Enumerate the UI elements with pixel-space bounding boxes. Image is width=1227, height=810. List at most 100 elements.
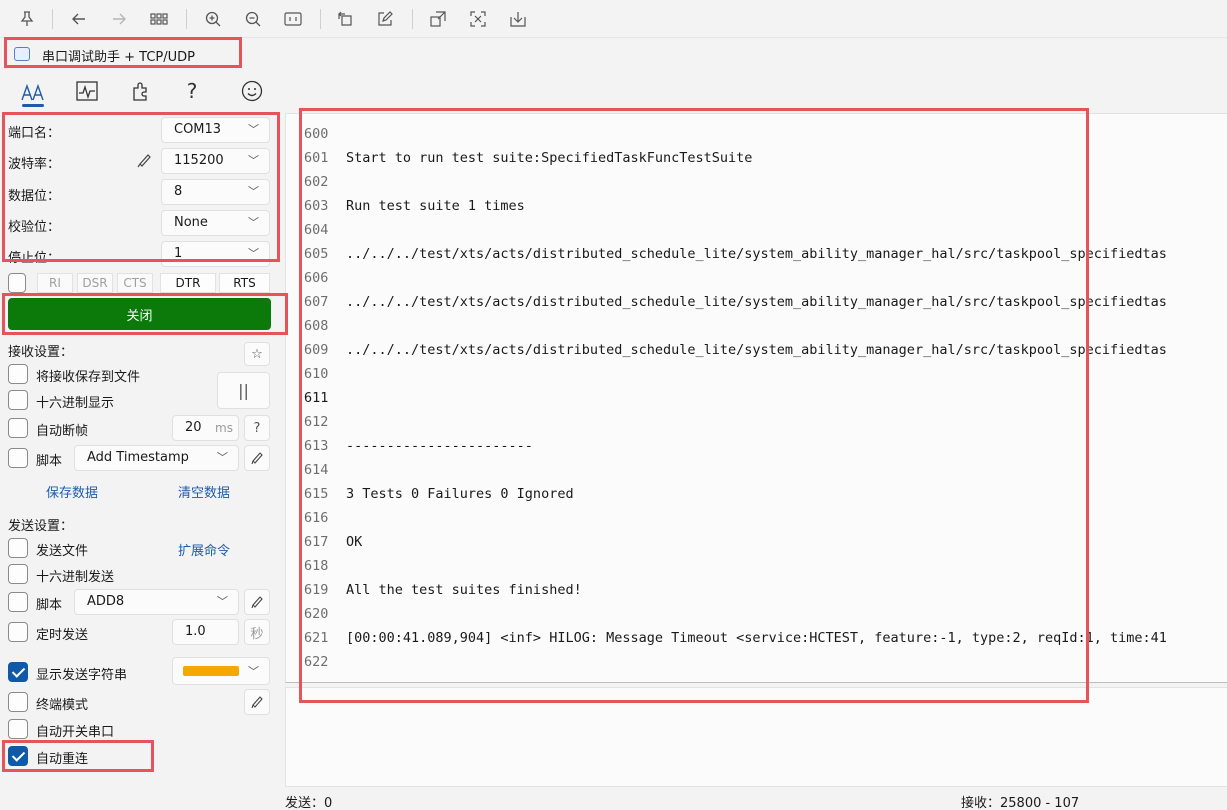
star-icon[interactable]: ☆ — [244, 342, 270, 366]
terminal-mode-label: 终端模式 — [36, 698, 89, 713]
line-text: Run test suite 1 times — [346, 198, 525, 214]
zoom-in-icon[interactable] — [200, 6, 226, 32]
line-number: 619 — [304, 582, 329, 598]
port-select[interactable]: COM13 ﹀ — [161, 117, 270, 143]
auto-toggle-port-checkbox[interactable] — [8, 719, 28, 739]
rotate-icon[interactable] — [332, 6, 358, 32]
back-arrow-icon[interactable] — [66, 6, 92, 32]
baud-select[interactable]: 115200 ﹀ — [161, 148, 270, 174]
send-file-checkbox[interactable] — [8, 538, 28, 558]
line-number: 609 — [304, 342, 329, 358]
auto-reconnect-checkbox[interactable] — [8, 746, 28, 766]
hex-display-checkbox[interactable] — [8, 390, 28, 410]
signal-checkbox[interactable] — [8, 273, 26, 293]
timed-send-input[interactable]: 1.0 — [172, 619, 239, 645]
frame-unit: ms — [215, 421, 233, 435]
window-title-bar: 串口调试助手 + TCP/UDP — [0, 38, 1227, 70]
send-script-label: 脚本 — [36, 598, 63, 613]
line-number: 617 — [304, 534, 329, 550]
app-logo-icon — [14, 47, 30, 61]
send-script-checkbox[interactable] — [8, 592, 28, 612]
dtr-button[interactable]: DTR — [160, 273, 216, 293]
grid-icon[interactable] — [146, 6, 172, 32]
line-number: 606 — [304, 270, 329, 286]
pause-button[interactable]: || — [217, 372, 270, 409]
pen-icon[interactable] — [137, 152, 151, 168]
baud-label: 波特率： — [8, 157, 61, 172]
line-text: 3 Tests 0 Failures 0 Ignored — [346, 486, 574, 502]
receive-output-area[interactable]: 600 601 Start to run test suite:SpecifiedT… — [285, 113, 1227, 683]
line-number: 616 — [304, 510, 329, 526]
crop-icon[interactable] — [465, 6, 491, 32]
edit-icon[interactable] — [372, 6, 398, 32]
save-to-file-label: 将接收保存到文件 — [36, 370, 141, 385]
chevron-down-icon: ﹀ — [248, 216, 259, 229]
line-number: 607 — [304, 294, 329, 310]
send-file-label: 发送文件 — [36, 544, 89, 559]
fit-screen-icon[interactable] — [280, 6, 306, 32]
extend-command-link[interactable]: 扩展命令 — [178, 540, 230, 559]
close-port-button[interactable]: 关闭 — [8, 298, 271, 330]
terminal-mode-checkbox[interactable] — [8, 692, 28, 712]
line-number: 610 — [304, 366, 329, 382]
app-title: 串口调试助手 + TCP/UDP — [42, 50, 195, 65]
hex-send-checkbox[interactable] — [8, 564, 28, 584]
line-number: 615 — [304, 486, 329, 502]
chart-icon[interactable] — [72, 76, 102, 106]
parity-select[interactable]: None ﹀ — [161, 210, 270, 236]
receive-script-label: 脚本 — [36, 454, 63, 469]
receive-script-edit-icon[interactable] — [244, 445, 270, 471]
share-icon[interactable] — [425, 6, 451, 32]
save-to-file-checkbox[interactable] — [8, 364, 28, 384]
send-count: 发送：0 — [285, 796, 333, 810]
smiley-icon[interactable] — [237, 76, 267, 106]
send-settings-label: 发送设置： — [8, 519, 74, 534]
line-text: ../../../test/xts/acts/distributed_sched… — [346, 294, 1167, 310]
line-number: 621 — [304, 630, 329, 646]
chevron-down-icon: ﹀ — [248, 665, 259, 678]
auto-frame-checkbox[interactable] — [8, 418, 28, 438]
stopbits-select[interactable]: 1 ﹀ — [161, 241, 270, 267]
timed-send-checkbox[interactable] — [8, 622, 28, 642]
chevron-down-icon: ﹀ — [248, 154, 259, 167]
receive-script-checkbox[interactable] — [8, 448, 28, 468]
signal-cts: CTS — [117, 273, 153, 293]
send-input-area[interactable] — [285, 687, 1227, 787]
line-number: 611 — [304, 390, 329, 406]
stopbits-label: 停止位： — [8, 251, 61, 266]
line-text: Start to run test suite:SpecifiedTaskFun… — [346, 150, 753, 166]
zoom-out-icon[interactable] — [240, 6, 266, 32]
line-number: 612 — [304, 414, 329, 430]
font-settings-icon[interactable] — [18, 76, 48, 106]
line-number: 602 — [304, 174, 329, 190]
signal-dsr: DSR — [77, 273, 113, 293]
line-text: ../../../test/xts/acts/distributed_sched… — [346, 342, 1167, 358]
show-send-string-checkbox[interactable] — [8, 662, 28, 682]
line-text: OK — [346, 534, 363, 550]
line-number: 608 — [304, 318, 329, 334]
line-text: ../../../test/xts/acts/distributed_sched… — [346, 246, 1167, 262]
line-text: ----------------------- — [346, 438, 533, 454]
send-script-select[interactable]: ADD8 ﹀ — [74, 589, 239, 615]
forward-arrow-icon[interactable] — [106, 6, 132, 32]
image-viewer-toolbar — [0, 0, 1227, 38]
line-number: 620 — [304, 606, 329, 622]
save-data-link[interactable]: 保存数据 — [46, 482, 98, 501]
terminal-edit-icon[interactable] — [244, 689, 270, 715]
frame-help-icon[interactable]: ? — [244, 415, 270, 441]
send-script-edit-icon[interactable] — [244, 589, 270, 615]
download-icon[interactable] — [505, 6, 531, 32]
databits-label: 数据位： — [8, 189, 61, 204]
help-icon[interactable]: ? — [177, 76, 207, 106]
rts-button[interactable]: RTS — [219, 273, 270, 293]
color-picker-select[interactable]: ﹀ — [172, 657, 270, 685]
receive-script-select[interactable]: Add Timestamp ﹀ — [74, 445, 239, 471]
line-number: 600 — [304, 126, 329, 142]
plugin-icon[interactable] — [126, 76, 156, 106]
parity-label: 校验位： — [8, 220, 61, 235]
databits-select[interactable]: 8 ﹀ — [161, 179, 270, 205]
pin-icon[interactable] — [14, 6, 40, 32]
clear-data-link[interactable]: 清空数据 — [178, 482, 230, 501]
line-number: 601 — [304, 150, 329, 166]
line-number: 603 — [304, 198, 329, 214]
